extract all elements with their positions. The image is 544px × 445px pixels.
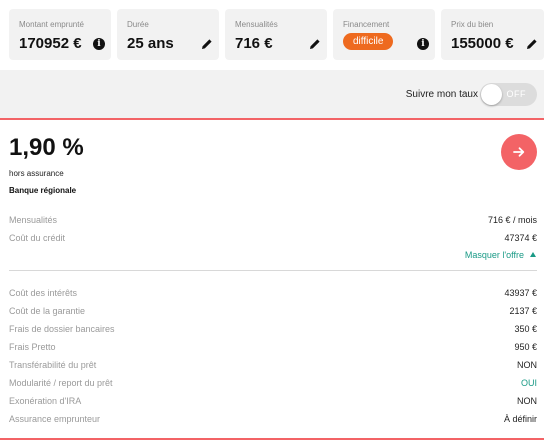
detail-value: 2137 € <box>509 306 537 316</box>
monthly-payment-value: 716 € <box>235 35 273 52</box>
property-price-value: 155000 € <box>451 35 514 52</box>
rate-value: 1,90 % <box>9 134 84 161</box>
duration-value: 25 ans <box>127 35 174 52</box>
info-icon[interactable]: i <box>93 38 105 50</box>
financing-label: Financement <box>343 20 390 29</box>
detail-value: 350 € <box>514 324 537 334</box>
hide-offer-label: Masquer l'offre <box>464 250 524 260</box>
financing-card: Financement difficile i <box>333 9 435 60</box>
detail-row-credit-cost: Coût du crédit 47374 € <box>9 233 537 247</box>
follow-rate-toggle[interactable]: OFF <box>480 83 537 106</box>
detail-value: 47374 € <box>504 233 537 243</box>
detail-value: À définir <box>503 414 537 424</box>
detail-label: Coût des intérêts <box>9 288 78 298</box>
detail-row-guarantee: Coût de la garantie 2137 € <box>9 306 537 320</box>
detail-label: Coût du crédit <box>9 233 66 243</box>
monthly-payment-card[interactable]: Mensualités 716 € <box>225 9 327 60</box>
detail-row-interest: Coût des intérêts 43937 € <box>9 288 537 302</box>
detail-value: 716 € / mois <box>487 215 537 225</box>
detail-row-bank-fees: Frais de dossier bancaires 350 € <box>9 324 537 338</box>
rate-note: hors assurance <box>9 169 64 178</box>
loan-amount-value: 170952 € <box>19 35 82 52</box>
offer-card: 1,90 % hors assurance Banque régionale M… <box>0 118 544 440</box>
pencil-icon[interactable] <box>526 38 538 50</box>
duration-card[interactable]: Durée 25 ans <box>117 9 219 60</box>
summary-bar: Montant emprunté 170952 € i Durée 25 ans… <box>0 0 544 70</box>
detail-value: 43937 € <box>504 288 537 298</box>
detail-row-monthly: Mensualités 716 € / mois <box>9 215 537 229</box>
toggle-state-label: OFF <box>506 89 526 99</box>
detail-label: Exonération d'IRA <box>9 396 82 406</box>
detail-label: Assurance emprunteur <box>9 414 101 424</box>
pencil-icon[interactable] <box>201 38 213 50</box>
follow-rate-label: Suivre mon taux <box>405 89 478 100</box>
offer-go-button[interactable] <box>501 134 537 170</box>
detail-label: Modularité / report du prêt <box>9 378 113 388</box>
info-icon[interactable]: i <box>417 38 429 50</box>
detail-value: 950 € <box>514 342 537 352</box>
detail-value: OUI <box>520 378 537 388</box>
detail-label: Coût de la garantie <box>9 306 86 316</box>
detail-row-ira-exemption: Exonération d'IRA NON <box>9 396 537 410</box>
pencil-icon[interactable] <box>309 38 321 50</box>
divider <box>9 270 537 271</box>
arrow-right-icon <box>513 147 525 157</box>
detail-label: Frais de dossier bancaires <box>9 324 115 334</box>
detail-row-insurance: Assurance emprunteur À définir <box>9 414 537 428</box>
caret-up-icon <box>530 252 536 257</box>
detail-value: NON <box>517 360 537 370</box>
duration-label: Durée <box>127 20 149 29</box>
detail-value: NON <box>517 396 537 406</box>
follow-rate-bar: Suivre mon taux <box>0 70 544 118</box>
detail-row-modularity: Modularité / report du prêt OUI <box>9 378 537 392</box>
detail-row-pretto-fees: Frais Pretto 950 € <box>9 342 537 356</box>
toggle-knob <box>481 84 502 105</box>
property-price-label: Prix du bien <box>451 20 494 29</box>
loan-amount-label: Montant emprunté <box>19 20 84 29</box>
hide-offer-link[interactable]: Masquer l'offre <box>465 250 536 260</box>
detail-label: Transférabilité du prêt <box>9 360 97 370</box>
property-price-card[interactable]: Prix du bien 155000 € <box>441 9 544 60</box>
detail-label: Frais Pretto <box>9 342 56 352</box>
detail-row-transferability: Transférabilité du prêt NON <box>9 360 537 374</box>
monthly-payment-label: Mensualités <box>235 20 278 29</box>
financing-status-badge: difficile <box>343 33 394 50</box>
detail-label: Mensualités <box>9 215 58 225</box>
bank-name: Banque régionale <box>9 186 77 195</box>
loan-amount-card: Montant emprunté 170952 € i <box>9 9 111 60</box>
